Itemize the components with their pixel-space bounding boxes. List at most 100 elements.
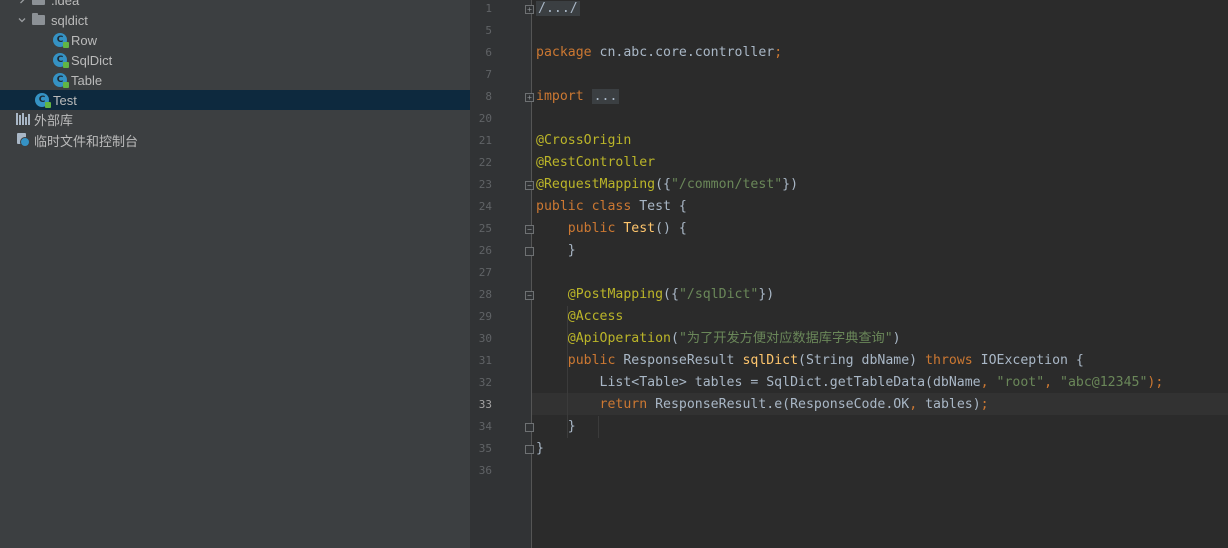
- code-token: ,: [980, 375, 997, 390]
- code-line[interactable]: @PostMapping({"/sqlDict"}): [536, 284, 774, 306]
- scratches-icon: [16, 133, 30, 147]
- tree-item-label: Test: [53, 92, 77, 108]
- line-number: 1: [485, 2, 492, 15]
- code-token: ): [892, 331, 901, 346]
- code-token: package: [536, 45, 600, 60]
- line-number: 25: [478, 222, 492, 235]
- line-number: 21: [478, 134, 492, 147]
- line-number: 31: [478, 354, 492, 367]
- code-line[interactable]: public class Test {: [536, 196, 687, 218]
- line-number: 5: [485, 24, 492, 37]
- code-line[interactable]: import ...: [536, 86, 620, 108]
- code-line[interactable]: public Test() {: [536, 218, 687, 240]
- code-line[interactable]: }: [536, 416, 576, 438]
- code-token: "abc@12345": [1060, 375, 1148, 390]
- code-token: public: [567, 353, 624, 368]
- tree-item-sqldict[interactable]: C SqlDict: [0, 50, 470, 70]
- java-class-icon: C: [53, 53, 69, 68]
- code-token: "root": [996, 375, 1045, 390]
- line-number: 8: [485, 90, 492, 103]
- code-token: ,: [909, 397, 926, 412]
- code-token: IOException {: [980, 353, 1084, 368]
- code-token: @RestController: [536, 155, 656, 170]
- fold-collapse-icon[interactable]: −: [525, 225, 534, 234]
- code-line[interactable]: }: [536, 240, 576, 262]
- code-line[interactable]: package cn.abc.core.controller;: [536, 42, 782, 64]
- code-token: );: [1147, 375, 1164, 390]
- indent-guide: [567, 306, 568, 438]
- line-number: 32: [478, 376, 492, 389]
- library-icon: [16, 113, 30, 125]
- code-token: () {: [655, 221, 687, 236]
- code-token: @RequestMapping: [536, 177, 656, 192]
- tree-item-label: 外部库: [34, 112, 74, 128]
- folder-icon: [32, 0, 45, 5]
- code-line[interactable]: List<Table> tables = SqlDict.getTableDat…: [536, 372, 1164, 394]
- line-number: 35: [478, 442, 492, 455]
- code-token: throws: [925, 353, 981, 368]
- fold-collapse-icon[interactable]: −: [525, 291, 534, 300]
- code-token: List<Table> tables = SqlDict.getTableDat…: [536, 375, 981, 390]
- line-number: 34: [478, 420, 492, 433]
- tree-item-row[interactable]: C Row: [0, 30, 470, 50]
- code-token: ({: [663, 287, 679, 302]
- fold-expand-icon[interactable]: +: [525, 93, 534, 102]
- code-line[interactable]: public ResponseResult sqlDict(String dbN…: [536, 350, 1084, 372]
- code-token: }: [536, 243, 576, 258]
- chevron-down-icon[interactable]: [16, 15, 28, 25]
- tree-item-label: sqldict: [51, 12, 88, 28]
- tree-item-label: SqlDict: [71, 52, 113, 68]
- code-token: (String dbName): [798, 353, 926, 368]
- java-class-icon: C: [35, 93, 51, 108]
- line-number: 6: [485, 46, 492, 59]
- code-line[interactable]: /.../: [536, 0, 580, 20]
- code-token: public: [567, 221, 624, 236]
- code-token: ;: [774, 45, 783, 60]
- fold-end-icon[interactable]: [525, 445, 534, 454]
- code-line[interactable]: @RequestMapping({"/common/test"}): [536, 174, 798, 196]
- line-number: 26: [478, 244, 492, 257]
- fold-end-icon[interactable]: [525, 247, 534, 256]
- code-token: (: [670, 331, 679, 346]
- project-tree-panel: .idea sqldict C Row C SqlDict C Table C Test 外部库 临时…: [0, 0, 470, 548]
- tree-item-label: 临时文件和控制台: [34, 133, 139, 149]
- tree-item-table[interactable]: C Table: [0, 70, 470, 90]
- code-token: "/sqlDict": [678, 287, 759, 302]
- code-token: }: [536, 441, 544, 456]
- fold-end-icon[interactable]: [525, 423, 534, 432]
- code-token: ,: [1044, 375, 1061, 390]
- code-line[interactable]: @CrossOrigin: [536, 130, 631, 152]
- line-number: 27: [478, 266, 492, 279]
- code-token: Test {: [639, 199, 687, 214]
- fold-expand-icon[interactable]: +: [525, 5, 534, 14]
- java-class-icon: C: [53, 73, 69, 88]
- line-number: 33: [478, 398, 492, 411]
- tree-item-[interactable]: 临时文件和控制台: [0, 130, 470, 150]
- tree-item-[interactable]: 外部库: [0, 109, 470, 129]
- code-token: sqlDict: [742, 353, 799, 368]
- tree-item-sqldict[interactable]: sqldict: [0, 10, 470, 30]
- code-token: public class: [536, 199, 640, 214]
- code-line[interactable]: @Access: [536, 306, 624, 328]
- chevron-right-icon[interactable]: [16, 0, 28, 5]
- code-token: }: [536, 419, 576, 434]
- tree-item-idea[interactable]: .idea: [0, 0, 470, 10]
- code-token: @ApiOperation: [567, 331, 671, 346]
- code-token: }): [758, 287, 775, 302]
- tree-item-label: Row: [71, 32, 98, 48]
- code-editor[interactable]: [532, 0, 1228, 548]
- indent-guide: [598, 416, 599, 438]
- code-token: import: [536, 89, 592, 104]
- code-token: ;: [980, 397, 989, 412]
- code-token: }): [782, 177, 799, 192]
- tree-item-test[interactable]: C Test: [0, 90, 470, 110]
- code-line[interactable]: @RestController: [536, 152, 655, 174]
- code-line[interactable]: @ApiOperation("为了开发方便对应数据库字典查询"): [536, 328, 901, 350]
- line-number: 20: [478, 112, 492, 125]
- code-line[interactable]: return ResponseResult.e(ResponseCode.OK,…: [536, 394, 989, 416]
- code-line[interactable]: }: [536, 438, 544, 460]
- tree-item-label: Table: [71, 72, 103, 88]
- fold-collapse-icon[interactable]: −: [525, 181, 534, 190]
